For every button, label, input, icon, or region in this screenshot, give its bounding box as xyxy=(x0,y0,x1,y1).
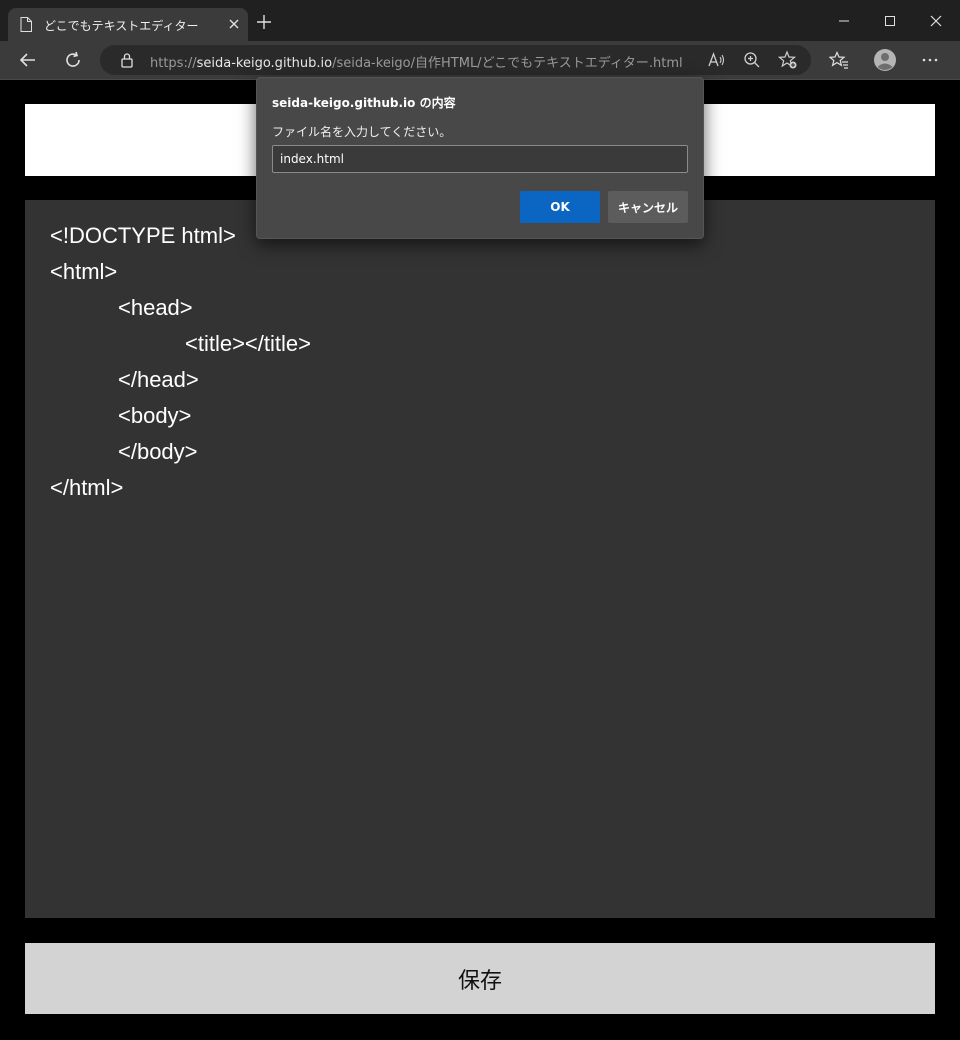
refresh-icon[interactable] xyxy=(63,50,83,70)
save-button[interactable]: 保存 xyxy=(25,943,935,1014)
dialog-message: ファイル名を入力してください。 xyxy=(272,125,452,139)
window-close-icon[interactable] xyxy=(928,13,944,29)
url-path: /seida-keigo/自作HTML/どこでもテキストエディター.html xyxy=(332,56,683,71)
lock-icon[interactable] xyxy=(120,52,134,68)
code-line: </html> xyxy=(50,475,124,500)
page-icon xyxy=(20,17,32,32)
cancel-button[interactable]: キャンセル xyxy=(608,191,688,223)
browser-titlebar: どこでもテキストエディター xyxy=(0,0,960,41)
tab-title: どこでもテキストエディター xyxy=(44,19,199,33)
more-options-icon[interactable] xyxy=(920,50,940,70)
minimize-icon[interactable] xyxy=(836,13,852,29)
url-scheme: https:// xyxy=(150,56,197,71)
dialog-filename-input[interactable] xyxy=(272,145,688,173)
code-line: <body> xyxy=(118,403,192,428)
maximize-icon[interactable] xyxy=(882,13,898,29)
code-line: <title></title> xyxy=(185,331,311,356)
back-arrow-icon[interactable] xyxy=(18,50,38,70)
read-aloud-icon[interactable] xyxy=(706,50,726,70)
code-editor[interactable]: <!DOCTYPE html> <html> <head> <title></titl… xyxy=(25,200,935,918)
tab-close-icon[interactable] xyxy=(226,16,242,32)
browser-tab-active[interactable]: どこでもテキストエディター xyxy=(8,8,248,41)
code-line: </body> xyxy=(118,439,198,464)
code-line: <html> xyxy=(50,259,118,284)
prompt-dialog: seida-keigo.github.io の内容 ファイル名を入力してください… xyxy=(256,77,704,239)
profile-avatar-icon[interactable] xyxy=(873,48,897,72)
code-line: <head> xyxy=(118,295,193,320)
zoom-icon[interactable] xyxy=(742,50,762,70)
address-bar[interactable]: https://seida-keigo.github.io/seida-keig… xyxy=(100,45,811,75)
ok-button[interactable]: OK xyxy=(520,191,600,223)
add-favorite-icon[interactable] xyxy=(778,50,798,70)
new-tab-icon[interactable] xyxy=(256,14,272,30)
browser-toolbar: https://seida-keigo.github.io/seida-keig… xyxy=(0,41,960,80)
url-host: seida-keigo.github.io xyxy=(196,56,333,71)
code-line: </head> xyxy=(118,367,199,392)
favorites-icon[interactable] xyxy=(829,50,849,70)
dialog-title: seida-keigo.github.io の内容 xyxy=(272,96,456,110)
url-text[interactable]: https://seida-keigo.github.io/seida-keig… xyxy=(150,52,683,71)
